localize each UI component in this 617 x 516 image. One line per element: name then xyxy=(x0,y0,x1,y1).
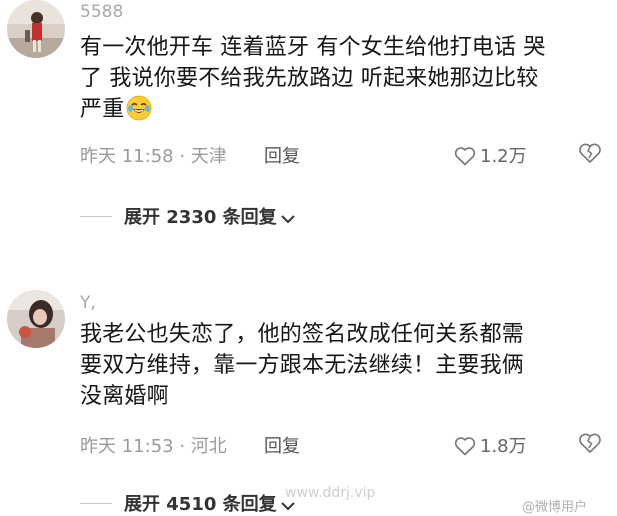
broken-heart-icon xyxy=(579,143,601,163)
like-count: 1.8万 xyxy=(480,436,527,457)
expand-replies-button[interactable]: 展开 4510 条回复 xyxy=(80,490,296,515)
heart-outline-icon xyxy=(454,437,476,456)
divider xyxy=(80,503,112,504)
comment-text: 有一次他开车 连着蓝牙 有个女生给他打电话 哭 了 我说你要不给我先放路边 听起… xyxy=(80,32,600,125)
expand-replies-label: 展开 4510 条回复 xyxy=(124,494,277,515)
chevron-down-icon xyxy=(280,502,295,511)
reply-button[interactable]: 回复 xyxy=(264,432,300,458)
dislike-button[interactable] xyxy=(578,142,602,169)
comment-line: 严重 xyxy=(80,94,600,125)
tears-of-joy-emoji-icon xyxy=(126,95,152,121)
watermark: www.ddrj.vip xyxy=(285,485,376,501)
time-location: 昨天 11:58 · 天津 xyxy=(80,146,227,167)
expand-replies-label: 展开 2330 条回复 xyxy=(124,207,277,228)
like-button[interactable]: 1.8万 xyxy=(454,432,527,458)
username[interactable]: 5588 xyxy=(80,2,123,22)
username[interactable]: Y, xyxy=(80,293,96,313)
reply-button[interactable]: 回复 xyxy=(264,142,300,168)
comment-line: 了 我说你要不给我先放路边 听起来她那边比较 xyxy=(80,66,539,91)
avatar[interactable] xyxy=(7,290,65,348)
comment-text: 我老公也失恋了，他的签名改成任何关系都需 要双方维持，靠一方跟本无法继续！主要我… xyxy=(80,319,600,412)
dislike-button[interactable] xyxy=(578,432,602,459)
comment-line: 要双方维持，靠一方跟本无法继续！主要我俩 xyxy=(80,353,525,378)
divider xyxy=(80,216,112,217)
comment-meta: 昨天 11:53 · 河北 回复 1.8万 xyxy=(80,432,610,459)
like-button[interactable]: 1.2万 xyxy=(454,142,527,168)
time-location: 昨天 11:53 · 河北 xyxy=(80,436,227,457)
comment-meta: 昨天 11:58 · 天津 回复 1.2万 xyxy=(80,142,610,169)
avatar[interactable] xyxy=(7,0,65,58)
expand-replies-button[interactable]: 展开 2330 条回复 xyxy=(80,203,296,228)
broken-heart-icon xyxy=(579,433,601,453)
chevron-down-icon xyxy=(280,215,295,224)
comment-line: 有一次他开车 连着蓝牙 有个女生给他打电话 哭 xyxy=(80,35,546,60)
corner-watermark: @微博用户 xyxy=(522,500,588,515)
comment-line: 我老公也失恋了，他的签名改成任何关系都需 xyxy=(80,322,525,347)
comment-line: 没离婚啊 xyxy=(80,384,169,409)
heart-outline-icon xyxy=(454,147,476,166)
like-count: 1.2万 xyxy=(480,146,527,167)
